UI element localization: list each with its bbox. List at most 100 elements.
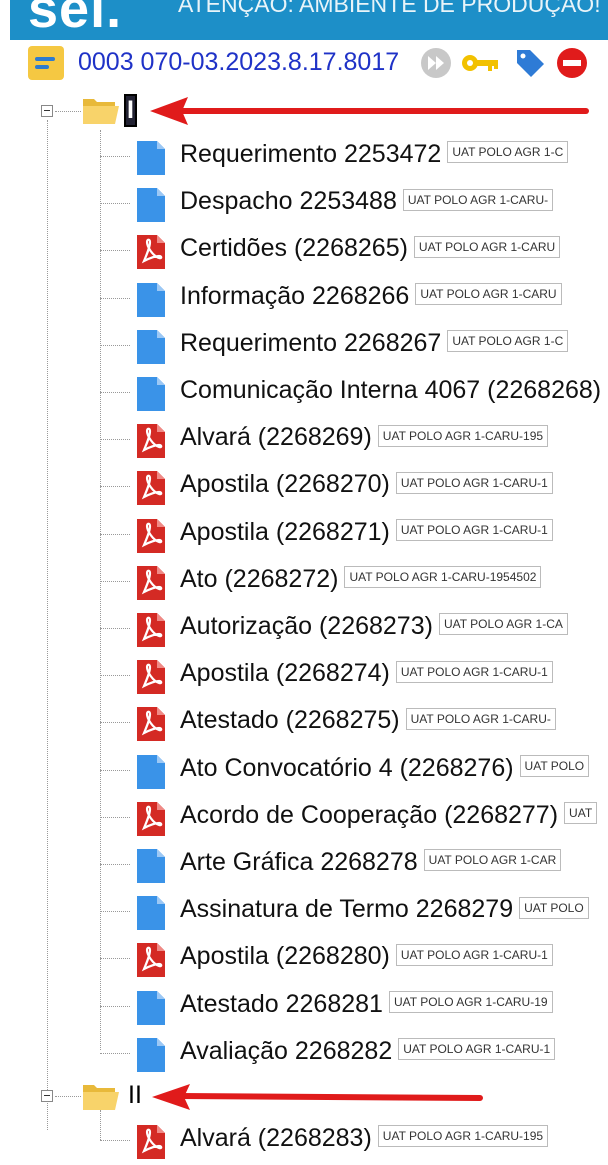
pdf-document-icon[interactable] [136, 942, 166, 978]
document-row[interactable]: Acordo de Cooperação (2268277) UAT [100, 795, 608, 842]
unit-badge: UAT POLO AGR 1-CARU-1 [395, 660, 553, 683]
document-row[interactable]: Apostila (2268274) UAT POLO AGR 1-CARU-1 [100, 653, 608, 700]
tree-line [100, 675, 130, 677]
key-icon[interactable] [460, 47, 500, 79]
document-title[interactable]: Atestado (2268275) UAT POLO AGR 1-CARU- [180, 706, 556, 735]
document-title[interactable]: Avaliação 2268282 UAT POLO AGR 1-CARU-1 [180, 1037, 556, 1066]
document-icon[interactable] [136, 187, 166, 223]
tag-icon[interactable] [514, 47, 546, 79]
process-list-icon[interactable] [28, 46, 64, 80]
unit-badge: UAT POLO AGR 1-CARU-1 [395, 518, 553, 541]
document-title[interactable]: Alvará (2268269) UAT POLO AGR 1-CARU-195 [180, 423, 549, 452]
document-title[interactable]: Comunicação Interna 4067 (2268268) [180, 376, 601, 405]
pdf-document-icon[interactable] [136, 565, 166, 601]
document-title[interactable]: Informação 2268266 UAT POLO AGR 1-CARU [180, 282, 562, 311]
document-row[interactable]: Arte Gráfica 2268278 UAT POLO AGR 1-CAR [100, 842, 608, 889]
tree-line [100, 297, 130, 299]
tree-line [100, 864, 130, 865]
tree-line [100, 250, 130, 252]
document-title[interactable]: Apostila (2268280) UAT POLO AGR 1-CARU-1 [180, 942, 553, 971]
document-icon[interactable] [136, 329, 166, 365]
environment-notice: ATENÇÃO: AMBIENTE DE PRODUÇÃO! [178, 0, 601, 17]
tree-line [100, 958, 130, 960]
unit-badge: UAT POLO AGR 1-CARU-1 [395, 471, 553, 494]
document-row[interactable]: Apostila (2268270) UAT POLO AGR 1-CARU-1 [100, 464, 608, 511]
unit-badge: UAT POLO AGR 1-CARU-1954502 [344, 566, 542, 589]
document-row[interactable]: Requerimento 2268267 UAT POLO AGR 1-C [100, 323, 608, 370]
folder-label[interactable]: I [124, 94, 137, 127]
unit-badge: UAT POLO [519, 896, 589, 919]
document-row[interactable]: Ato Convocatório 4 (2268276) UAT POLO [100, 748, 608, 795]
tree-line [100, 439, 130, 441]
document-row[interactable]: Avaliação 2268282 UAT POLO AGR 1-CARU-1 [100, 1031, 608, 1078]
document-title[interactable]: Ato Convocatório 4 (2268276) UAT POLO [180, 754, 590, 783]
document-title[interactable]: Requerimento 2268267 UAT POLO AGR 1-C [180, 329, 569, 358]
document-row[interactable]: Atestado 2268281 UAT POLO AGR 1-CARU-19 [100, 984, 608, 1031]
document-title[interactable]: Acordo de Cooperação (2268277) UAT [180, 801, 598, 830]
document-row[interactable]: Informação 2268266 UAT POLO AGR 1-CARU [100, 276, 608, 323]
document-row[interactable]: Autorização (2268273) UAT POLO AGR 1-CA [100, 606, 608, 653]
document-title[interactable]: Arte Gráfica 2268278 UAT POLO AGR 1-CAR [180, 848, 562, 877]
sei-logo: sei. [28, 0, 123, 39]
folder-label[interactable]: II [128, 1081, 142, 1110]
unit-badge: UAT POLO AGR 1-CAR [423, 849, 562, 872]
pdf-document-icon[interactable] [136, 234, 166, 270]
document-row[interactable]: Atestado (2268275) UAT POLO AGR 1-CARU- [100, 700, 608, 747]
document-title[interactable]: Certidões (2268265) UAT POLO AGR 1-CARU [180, 234, 561, 263]
folder-collapse-toggle[interactable] [41, 1090, 53, 1102]
pdf-document-icon[interactable] [136, 659, 166, 695]
unit-badge: UAT POLO AGR 1-CARU- [405, 707, 556, 730]
document-title[interactable]: Despacho 2253488 UAT POLO AGR 1-CARU- [180, 187, 554, 216]
red-arrow-annotation [150, 97, 589, 125]
document-row[interactable]: Alvará (2268283) UAT POLO AGR 1-CARU-195 [100, 1118, 608, 1165]
folder-open-icon[interactable] [82, 95, 120, 125]
document-title[interactable]: Apostila (2268271) UAT POLO AGR 1-CARU-1 [180, 518, 553, 547]
document-icon[interactable] [136, 848, 166, 884]
document-row[interactable]: Ato (2268272) UAT POLO AGR 1-CARU-1954502 [100, 559, 608, 606]
tree-line [100, 580, 130, 582]
document-row[interactable]: Apostila (2268280) UAT POLO AGR 1-CARU-1 [100, 936, 608, 983]
folder-collapse-toggle[interactable] [41, 105, 53, 117]
document-icon[interactable] [136, 376, 166, 412]
pdf-document-icon[interactable] [136, 612, 166, 648]
document-row[interactable]: Alvará (2268269) UAT POLO AGR 1-CARU-195 [100, 417, 608, 464]
document-row[interactable]: Assinatura de Termo 2268279 UAT POLO [100, 889, 608, 936]
pdf-document-icon[interactable] [136, 470, 166, 506]
block-icon[interactable] [556, 47, 588, 79]
document-icon[interactable] [136, 282, 166, 318]
forward-icon[interactable] [420, 47, 452, 79]
document-title[interactable]: Apostila (2268274) UAT POLO AGR 1-CARU-1 [180, 659, 553, 688]
pdf-document-icon[interactable] [136, 1124, 166, 1160]
document-icon[interactable] [136, 140, 166, 176]
document-title[interactable]: Atestado 2268281 UAT POLO AGR 1-CARU-19 [180, 990, 553, 1019]
pdf-document-icon[interactable] [136, 706, 166, 742]
document-icon[interactable] [136, 754, 166, 790]
document-title[interactable]: Requerimento 2253472 UAT POLO AGR 1-C [180, 140, 569, 169]
document-title[interactable]: Alvará (2268283) UAT POLO AGR 1-CARU-195 [180, 1124, 549, 1153]
document-icon[interactable] [136, 1037, 166, 1073]
document-title[interactable]: Autorização (2268273) UAT POLO AGR 1-CA [180, 612, 568, 641]
pdf-document-icon[interactable] [136, 801, 166, 837]
document-title[interactable]: Assinatura de Termo 2268279 UAT POLO [180, 895, 589, 924]
tree-line [100, 203, 130, 205]
tree-line [100, 911, 130, 913]
process-number[interactable]: 0003 070-03.2023.8.17.8017 [78, 48, 399, 77]
unit-badge: UAT POLO AGR 1-CARU-19 [388, 990, 553, 1013]
tree-line [100, 1005, 130, 1007]
unit-badge: UAT POLO AGR 1-C [447, 141, 569, 164]
document-icon[interactable] [136, 990, 166, 1026]
document-row[interactable]: Certidões (2268265) UAT POLO AGR 1-CARU [100, 228, 608, 275]
document-icon[interactable] [136, 895, 166, 931]
unit-badge: UAT POLO AGR 1-C [447, 330, 569, 353]
document-row[interactable]: Requerimento 2253472 UAT POLO AGR 1-C [100, 134, 608, 181]
unit-badge: UAT POLO AGR 1-CARU-195 [377, 424, 549, 447]
folder-open-icon[interactable] [82, 1081, 120, 1111]
document-title[interactable]: Apostila (2268270) UAT POLO AGR 1-CARU-1 [180, 470, 553, 499]
tree-line [100, 486, 130, 488]
document-row[interactable]: Apostila (2268271) UAT POLO AGR 1-CARU-1 [100, 512, 608, 559]
document-title[interactable]: Ato (2268272) UAT POLO AGR 1-CARU-1954502 [180, 565, 542, 594]
pdf-document-icon[interactable] [136, 423, 166, 459]
document-row[interactable]: Comunicação Interna 4067 (2268268) [100, 370, 608, 417]
document-row[interactable]: Despacho 2253488 UAT POLO AGR 1-CARU- [100, 181, 608, 228]
pdf-document-icon[interactable] [136, 518, 166, 554]
